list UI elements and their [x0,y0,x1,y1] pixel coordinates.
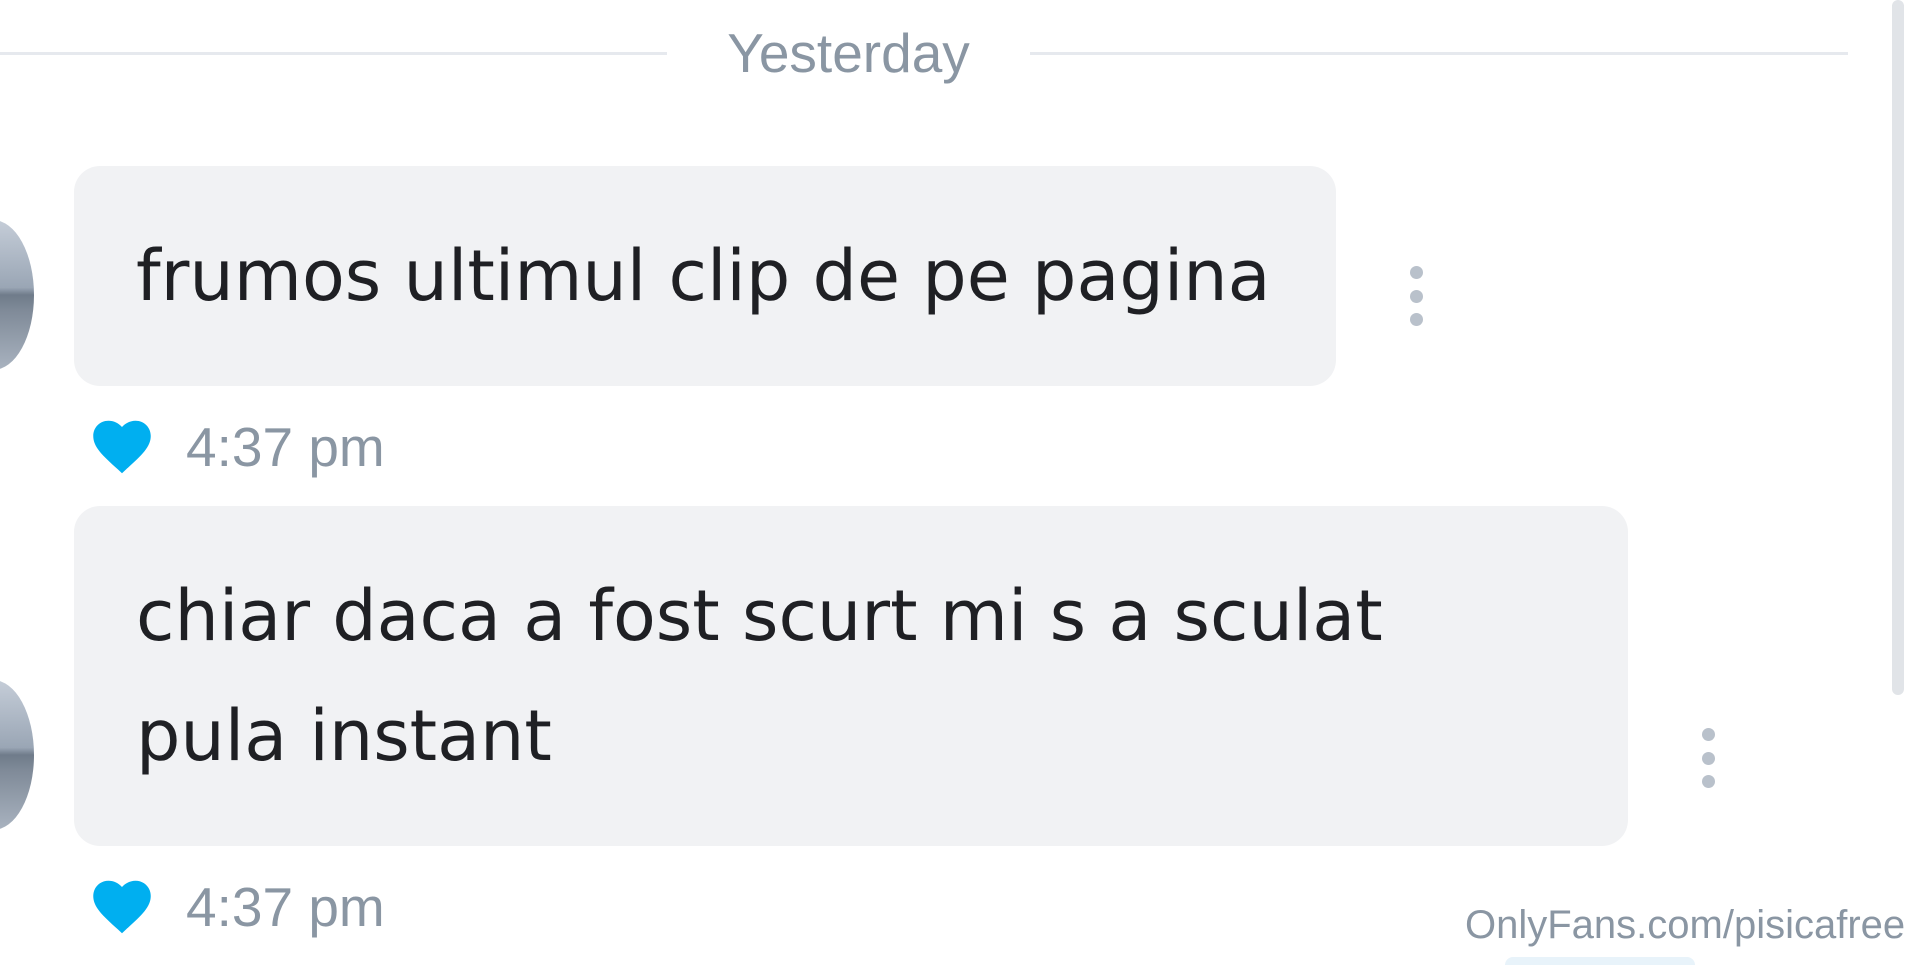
message-bubble[interactable]: chiar daca a fost scurt mi s a sculat pu… [74,506,1628,846]
date-separator-line-left [0,52,667,55]
more-options-icon[interactable] [1406,266,1426,326]
message-text: frumos ultimul clip de pe pagina [136,235,1271,317]
message-time: 4:37 pm [186,416,385,478]
date-separator: Yesterday [0,18,1848,88]
date-separator-label: Yesterday [727,22,970,84]
heart-icon[interactable] [92,419,152,475]
message-meta: 4:37 pm [92,872,385,942]
message-time: 4:37 pm [186,876,385,938]
heart-icon[interactable] [92,879,152,935]
sender-avatar[interactable] [0,680,34,830]
watermark: OnlyFans.com/pisicafree [1465,903,1906,947]
message-bubble[interactable]: frumos ultimul clip de pe pagina [74,166,1336,386]
date-separator-line-right [1030,52,1848,55]
message-text: chiar daca a fost scurt mi s a sculat pu… [136,575,1383,777]
scrollbar[interactable] [1892,0,1904,695]
message-meta: 4:37 pm [92,412,385,482]
chat-thread: Yesterday frumos ultimul clip de pe pagi… [0,0,1920,965]
bottom-element-edge [1505,957,1695,965]
more-options-icon[interactable] [1698,728,1718,788]
sender-avatar[interactable] [0,220,34,370]
